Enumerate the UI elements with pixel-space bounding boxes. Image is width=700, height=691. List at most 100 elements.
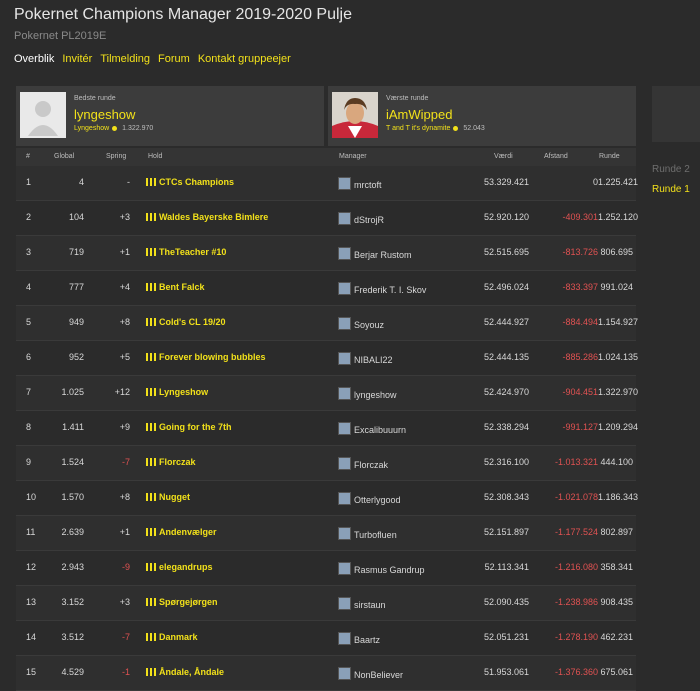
row-team-link[interactable]: Andenvælger bbox=[146, 527, 217, 537]
points-dot-icon bbox=[112, 125, 118, 131]
nav-overblik[interactable]: Overblik bbox=[14, 53, 54, 65]
row-team: Cold's CL 19/20 bbox=[159, 317, 226, 327]
row-manager-link[interactable]: Soyouz bbox=[338, 317, 384, 330]
row-value: 53.329.421 bbox=[483, 177, 529, 187]
row-round: 1.186.343 bbox=[598, 492, 639, 502]
avatar-icon bbox=[338, 317, 351, 330]
round-2-link[interactable]: Runde 2 bbox=[652, 160, 690, 180]
row-team-link[interactable]: CTCs Champions bbox=[146, 177, 234, 187]
row-manager-link[interactable]: Frederik T. I. Skov bbox=[338, 282, 426, 295]
row-team-link[interactable]: Lyngeshow bbox=[146, 387, 208, 397]
row-manager-link[interactable]: lyngeshow bbox=[338, 387, 397, 400]
row-rank: 1 bbox=[26, 177, 32, 187]
avatar-icon bbox=[338, 527, 351, 540]
row-team-link[interactable]: Going for the 7th bbox=[146, 422, 232, 432]
row-manager-link[interactable]: Turbofluen bbox=[338, 527, 397, 540]
row-manager-link[interactable]: Rasmus Gandrup bbox=[338, 562, 425, 575]
row-round: 1.154.927 bbox=[598, 317, 639, 327]
row-round: 1.024.135 bbox=[598, 352, 639, 362]
row-spring: -9 bbox=[121, 562, 130, 572]
bar-chart-icon bbox=[146, 493, 156, 501]
row-manager: lyngeshow bbox=[354, 390, 397, 400]
bar-chart-icon bbox=[146, 528, 156, 536]
row-team: CTCs Champions bbox=[159, 177, 235, 187]
row-team-link[interactable]: Waldes Bayerske Bimlere bbox=[146, 212, 268, 222]
row-manager-link[interactable]: sirstaun bbox=[338, 597, 386, 610]
row-rank: 7 bbox=[26, 387, 32, 397]
bar-chart-icon bbox=[146, 283, 156, 291]
row-gap: -1.376.360 bbox=[554, 667, 598, 677]
row-manager: Berjar Rustom bbox=[354, 250, 412, 260]
worst-round-details: T and T it's dynamite 52.043 bbox=[386, 125, 485, 132]
row-spring: +9 bbox=[119, 422, 130, 432]
row-rank: 6 bbox=[26, 352, 32, 362]
nav-tilmelding[interactable]: Tilmelding bbox=[100, 53, 150, 65]
row-gap: -1.216.080 bbox=[554, 562, 598, 572]
row-team-link[interactable]: Cold's CL 19/20 bbox=[146, 317, 226, 327]
row-manager-link[interactable]: Otterlygood bbox=[338, 492, 401, 505]
row-manager-link[interactable]: Baartz bbox=[338, 632, 380, 645]
row-manager-link[interactable]: mrctoft bbox=[338, 177, 382, 190]
bar-chart-icon bbox=[146, 633, 156, 641]
row-manager-link[interactable]: Excalibuuurn bbox=[338, 422, 406, 435]
row-spring: +8 bbox=[119, 492, 130, 502]
row-spring: +4 bbox=[119, 282, 130, 292]
row-team-link[interactable]: Florczak bbox=[146, 457, 196, 467]
row-manager-link[interactable]: Florczak bbox=[338, 457, 388, 470]
nav-inviter[interactable]: Invitér bbox=[62, 53, 92, 65]
worst-round-manager[interactable]: iAmWipped bbox=[386, 107, 452, 122]
page-subtitle: Pokernet PL2019E bbox=[14, 30, 107, 42]
row-spring: -7 bbox=[121, 632, 130, 642]
row-team: Åndale, Åndale bbox=[159, 667, 225, 677]
row-team-link[interactable]: Nugget bbox=[146, 492, 190, 502]
row-spring: +5 bbox=[119, 352, 130, 362]
person-placeholder-icon bbox=[28, 101, 58, 136]
header-global: Global bbox=[54, 153, 75, 160]
row-team: Forever blowing bubbles bbox=[159, 352, 266, 362]
header-manager: Manager bbox=[339, 153, 367, 160]
table-row: 6 952 +5 Forever blowing bubbles NIBALI2… bbox=[16, 341, 639, 376]
row-team-link[interactable]: Åndale, Åndale bbox=[146, 667, 224, 677]
row-team: Going for the 7th bbox=[159, 422, 232, 432]
row-rank: 9 bbox=[26, 457, 32, 467]
row-team-link[interactable]: elegandrups bbox=[146, 562, 213, 572]
row-team-link[interactable]: Danmark bbox=[146, 632, 198, 642]
row-value: 52.308.343 bbox=[483, 492, 529, 502]
row-global: 1.524 bbox=[61, 457, 84, 467]
row-global: 2.639 bbox=[61, 527, 84, 537]
best-round-team[interactable]: Lyngeshow bbox=[74, 125, 109, 132]
round-selector: Runde 2 Runde 1 bbox=[652, 160, 690, 200]
row-manager-link[interactable]: Berjar Rustom bbox=[338, 247, 412, 260]
nav-forum[interactable]: Forum bbox=[158, 53, 190, 65]
row-team-link[interactable]: Bent Falck bbox=[146, 282, 205, 292]
row-manager: NIBALI22 bbox=[354, 355, 393, 365]
row-team-link[interactable]: Forever blowing bubbles bbox=[146, 352, 266, 362]
row-manager-link[interactable]: NonBeliever bbox=[338, 667, 403, 680]
row-team: Spørgejørgen bbox=[159, 597, 218, 607]
best-round-manager[interactable]: lyngeshow bbox=[74, 107, 135, 122]
best-round-details: Lyngeshow 1.322.970 bbox=[74, 125, 153, 132]
bar-chart-icon bbox=[146, 178, 156, 186]
row-global: 3.512 bbox=[61, 632, 84, 642]
row-team: TheTeacher #10 bbox=[159, 247, 227, 257]
row-manager: Rasmus Gandrup bbox=[354, 565, 425, 575]
row-manager-link[interactable]: dStrojR bbox=[338, 212, 384, 225]
row-manager: sirstaun bbox=[354, 600, 386, 610]
best-round-card: Bedste runde lyngeshow Lyngeshow 1.322.97… bbox=[16, 86, 324, 146]
avatar-icon bbox=[338, 352, 351, 365]
table-row: 1 4 - CTCs Champions mrctoft 53.329.421 … bbox=[16, 166, 638, 201]
nav-kontakt-gruppeejer[interactable]: Kontakt gruppeejer bbox=[198, 53, 291, 65]
row-rank: 4 bbox=[26, 282, 32, 292]
table-row: 7 1.025 +12 Lyngeshow lyngeshow 52.424.9… bbox=[16, 376, 638, 411]
row-manager: Frederik T. I. Skov bbox=[354, 285, 427, 295]
row-team-link[interactable]: TheTeacher #10 bbox=[146, 247, 226, 257]
avatar-icon bbox=[338, 597, 351, 610]
row-manager-link[interactable]: NIBALI22 bbox=[338, 352, 393, 365]
row-rank: 11 bbox=[26, 527, 36, 537]
worst-round-team[interactable]: T and T it's dynamite bbox=[386, 125, 450, 132]
round-1-link[interactable]: Runde 1 bbox=[652, 180, 690, 200]
row-team: Florczak bbox=[159, 457, 196, 467]
row-team-link[interactable]: Spørgejørgen bbox=[146, 597, 218, 607]
row-round: 1.209.294 bbox=[598, 422, 639, 432]
table-row: 9 1.524 -7 Florczak Florczak 52.316.100 … bbox=[16, 446, 636, 481]
